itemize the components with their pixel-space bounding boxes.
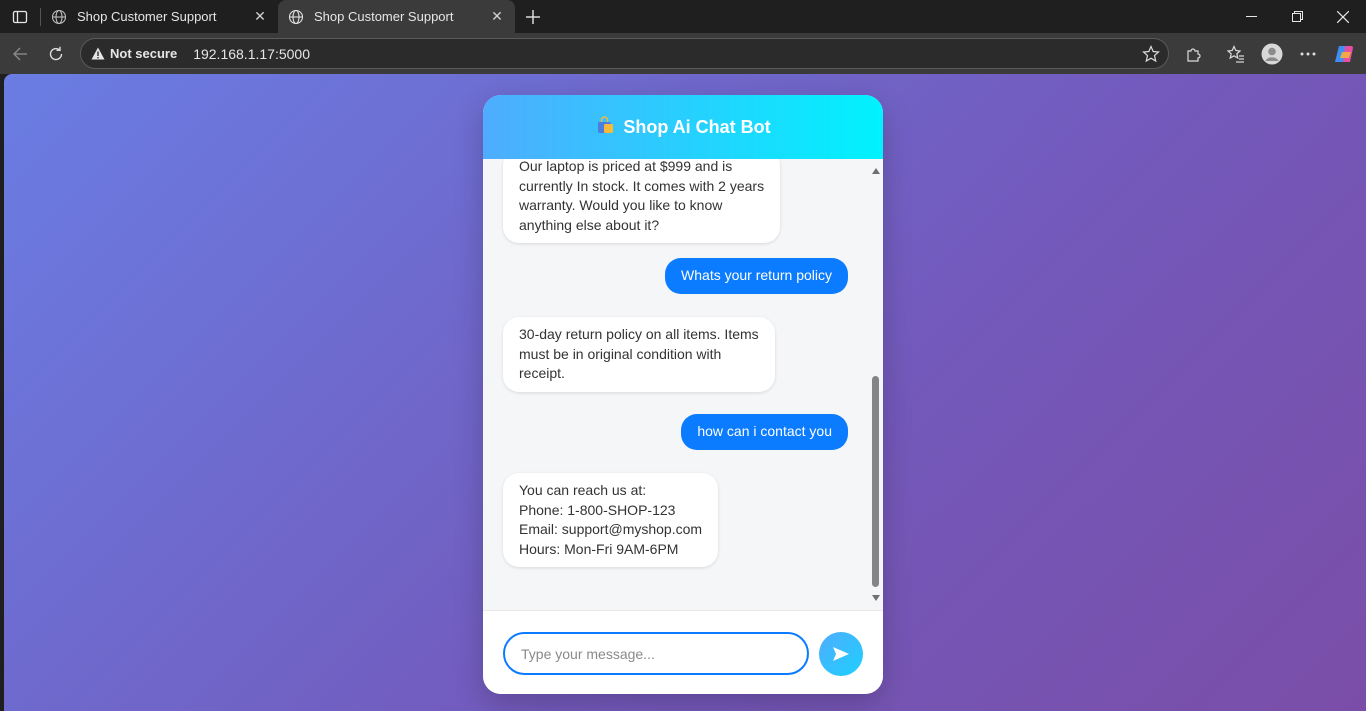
chat-widget: Shop Ai Chat Bot Our laptop is priced at… <box>483 95 883 694</box>
new-tab-button[interactable] <box>515 0 551 33</box>
message-input[interactable] <box>503 632 809 675</box>
chat-title: Shop Ai Chat Bot <box>623 116 771 137</box>
favorites-button[interactable] <box>1218 36 1254 72</box>
page-background: Shop Ai Chat Bot Our laptop is priced at… <box>4 74 1366 711</box>
security-indicator[interactable]: Not secure <box>91 46 177 61</box>
favorite-star-icon[interactable] <box>1142 45 1160 68</box>
browser-toolbar: Not secure 192.168.1.17:5000 <box>0 33 1366 74</box>
sidebar-toggle-icon <box>12 10 28 23</box>
bot-message: Our laptop is priced at $999 and is curr… <box>503 159 781 243</box>
minimize-icon <box>1245 16 1257 17</box>
user-message: Whats your return policy <box>665 258 848 294</box>
settings-more-button[interactable] <box>1290 36 1326 72</box>
restore-icon <box>1291 11 1303 22</box>
puzzle-icon <box>1187 47 1201 62</box>
reload-button[interactable] <box>38 36 74 72</box>
minimize-button[interactable] <box>1228 0 1274 33</box>
favorites-list-icon <box>1227 44 1244 63</box>
extensions-button[interactable] <box>1176 36 1212 72</box>
tab-title: Shop Customer Support <box>77 9 217 24</box>
shopping-bag-icon <box>595 115 615 140</box>
input-area <box>483 610 883 694</box>
globe-icon <box>51 9 67 25</box>
send-arrow-icon <box>833 647 849 661</box>
chat-header: Shop Ai Chat Bot <box>483 95 883 159</box>
bot-message: 30-day return policy on all items. Items… <box>503 317 775 392</box>
close-icon <box>1337 10 1349 23</box>
tab-active[interactable]: Shop Customer Support ✕ <box>278 0 515 33</box>
reload-icon <box>49 46 63 60</box>
profile-button[interactable] <box>1254 36 1290 72</box>
close-window-button[interactable] <box>1320 0 1366 33</box>
scroll-down-arrow-icon[interactable] <box>872 595 880 601</box>
window-controls <box>1228 0 1366 33</box>
tab-inactive[interactable]: Shop Customer Support ✕ <box>41 0 278 33</box>
toolbar-right <box>1176 33 1366 74</box>
copilot-button[interactable] <box>1326 36 1362 72</box>
not-secure-label: Not secure <box>110 46 178 61</box>
bot-message: You can reach us at: Phone: 1-800-SHOP-1… <box>503 473 719 567</box>
warning-icon <box>91 47 105 60</box>
close-tab-icon[interactable]: ✕ <box>489 8 505 25</box>
message-list[interactable]: Our laptop is priced at $999 and is curr… <box>483 159 883 610</box>
copilot-icon <box>1335 45 1353 62</box>
user-message: how can i contact you <box>681 414 848 450</box>
avatar-icon <box>1261 43 1283 64</box>
restore-button[interactable] <box>1274 0 1320 33</box>
tab-actions-button[interactable] <box>0 0 40 33</box>
send-button[interactable] <box>819 632 863 676</box>
url-text[interactable]: 192.168.1.17:5000 <box>193 46 310 62</box>
tab-strip: Shop Customer Support ✕ Shop Customer Su… <box>0 0 1366 33</box>
back-button[interactable] <box>2 36 38 72</box>
tab-title: Shop Customer Support <box>314 9 454 24</box>
close-tab-icon[interactable]: ✕ <box>252 8 268 25</box>
back-arrow-icon <box>13 47 27 60</box>
scroll-up-arrow-icon[interactable] <box>872 168 880 174</box>
more-icon <box>1300 52 1316 55</box>
scrollbar-thumb[interactable] <box>872 376 879 587</box>
plus-icon <box>526 9 540 24</box>
globe-icon <box>288 9 304 25</box>
address-bar[interactable]: Not secure 192.168.1.17:5000 <box>80 38 1169 69</box>
